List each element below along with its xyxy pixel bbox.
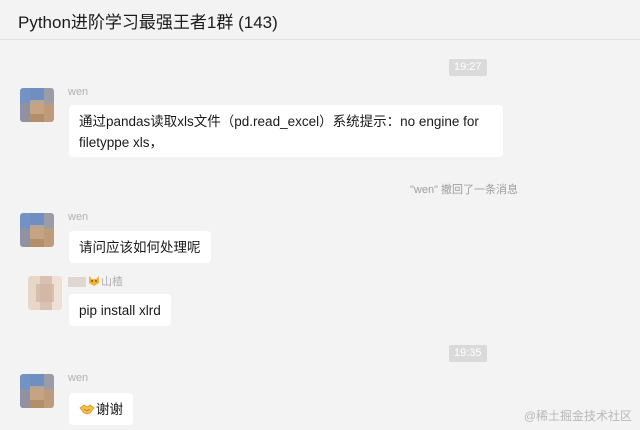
message-bubble[interactable]: 请问应该如何处理呢	[69, 231, 211, 263]
watermark: @稀土掘金技术社区	[523, 409, 632, 423]
message-text: 谢谢	[96, 402, 123, 417]
message-text: pip install xlrd	[79, 303, 161, 318]
chat-title[interactable]: Python进阶学习最强王者1群 (143)	[18, 8, 278, 33]
sender-name: wen	[68, 211, 89, 223]
message-text: 请问应该如何处理呢	[79, 240, 201, 255]
avatar[interactable]	[28, 276, 62, 310]
system-notice: "wen" 撤回了一条消息	[410, 184, 519, 196]
avatar[interactable]	[20, 374, 54, 408]
chat-window: Python进阶学习最强王者1群 (143) 19:27 wen 通过panda…	[0, 0, 640, 430]
sender-name-text: 山楂	[101, 276, 123, 288]
sender-name: 山楂	[68, 273, 123, 289]
handshake-icon	[79, 404, 95, 415]
message-bubble[interactable]: 谢谢	[69, 393, 133, 425]
timestamp: 19:27	[449, 59, 487, 76]
sender-name: wen	[68, 372, 89, 384]
cat-face-icon	[89, 276, 99, 286]
message-bubble[interactable]: 通过pandas读取xls文件（pd.read_excel）系统提示：no en…	[69, 105, 503, 157]
sender-name: wen	[68, 86, 89, 98]
message-bubble[interactable]: pip install xlrd	[69, 294, 171, 326]
title-bar: Python进阶学习最强王者1群 (143)	[0, 0, 640, 40]
message-text: 通过pandas读取xls文件（pd.read_excel）系统提示：no en…	[79, 114, 479, 150]
avatar[interactable]	[20, 88, 54, 122]
blurred-nickname	[68, 277, 86, 288]
timestamp: 19:35	[449, 345, 487, 362]
avatar[interactable]	[20, 213, 54, 247]
